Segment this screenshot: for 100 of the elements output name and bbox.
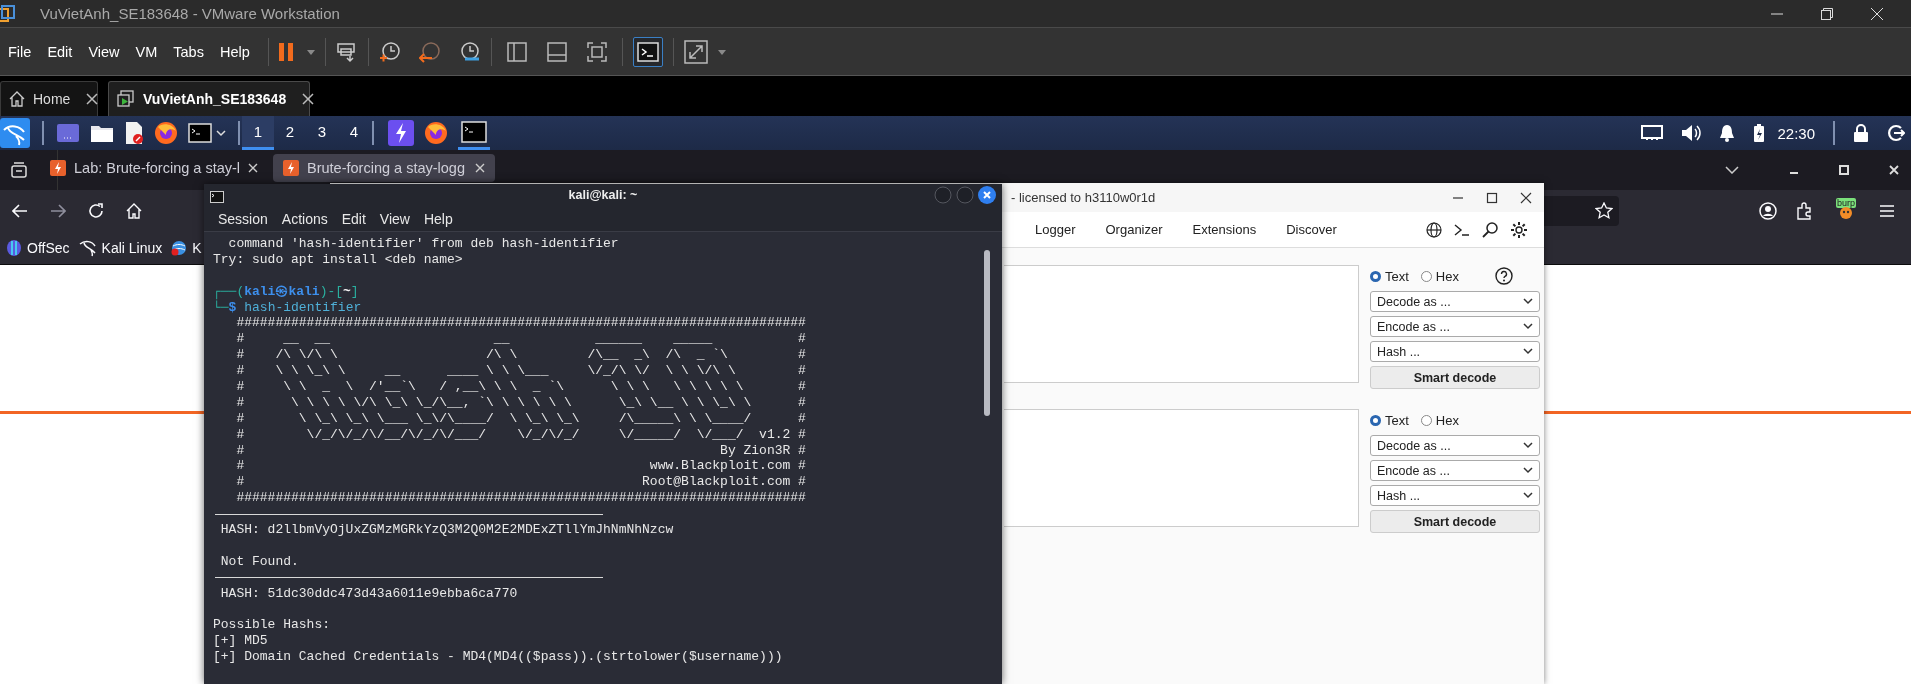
- help-icon[interactable]: [1494, 267, 1513, 285]
- workspace-button[interactable]: 1: [242, 116, 274, 150]
- radio-option[interactable]: Text: [1370, 412, 1409, 428]
- close-icon[interactable]: [302, 93, 315, 105]
- workspace-button[interactable]: 4: [338, 116, 370, 150]
- volume-icon[interactable]: [1681, 124, 1702, 142]
- radio-button[interactable]: [1370, 414, 1381, 426]
- close-icon[interactable]: [86, 93, 99, 105]
- burp-extension-button[interactable]: burp: [1831, 198, 1861, 224]
- close-icon[interactable]: [1520, 191, 1532, 204]
- menu-item[interactable]: Help: [211, 43, 258, 60]
- smart-decode-button[interactable]: Smart decode: [1370, 510, 1540, 533]
- tool-tab[interactable]: Logger: [1035, 222, 1076, 237]
- terminal-icon[interactable]: [461, 120, 487, 143]
- restore-icon[interactable]: [1821, 7, 1833, 20]
- terminal-line: # /\ \/\ \ /\ \ /\__ _\ /\ _ `\ #: [235, 347, 807, 364]
- menu-item[interactable]: Help: [423, 210, 453, 227]
- network-icon[interactable]: [1641, 125, 1664, 141]
- terminal-line: # www.Blackploit.com #: [235, 458, 807, 475]
- menu-item[interactable]: Edit: [341, 210, 366, 227]
- terminal-icon[interactable]: [210, 191, 224, 203]
- dropdown[interactable]: Decode as ...: [1370, 435, 1540, 456]
- maximize-icon[interactable]: [1486, 191, 1498, 204]
- radio-option[interactable]: Text: [1370, 268, 1409, 284]
- radio-button[interactable]: [1370, 270, 1381, 282]
- split-view-icon: [505, 40, 528, 63]
- home-icon[interactable]: [126, 203, 142, 219]
- globe-icon[interactable]: [1426, 221, 1442, 238]
- menu-item[interactable]: File: [0, 43, 40, 60]
- terminal-line: [+] Domain Cached Credentials - MD4(MD4(($pass)).(strtolower($username))): [213, 649, 784, 666]
- browser-tab[interactable]: Lab: Brute-forcing a stay-l: [40, 154, 265, 182]
- chevron-down-icon: [1523, 442, 1533, 449]
- folder-icon[interactable]: [90, 123, 114, 143]
- lightning-icon[interactable]: [388, 120, 414, 146]
- bookmark[interactable]: OffSec: [6, 239, 70, 257]
- tool-tab[interactable]: Extensions: [1192, 222, 1257, 237]
- bookmark[interactable]: Kali Linux: [78, 239, 163, 257]
- settings-icon[interactable]: [1510, 220, 1528, 239]
- chevron-down-icon: [1523, 467, 1533, 474]
- smart-decode-button[interactable]: Smart decode: [1370, 366, 1540, 389]
- scrollbar-thumb[interactable]: [984, 250, 990, 416]
- desktop-icon[interactable]: [56, 123, 80, 143]
- bookmark[interactable]: K: [171, 240, 202, 256]
- firefox-icon[interactable]: [154, 121, 178, 145]
- tool-tab[interactable]: Organizer: [1105, 222, 1163, 237]
- menu-item[interactable]: Session: [218, 210, 268, 227]
- console-view-button[interactable]: [632, 36, 663, 67]
- menu-item[interactable]: VM: [127, 43, 166, 60]
- bell-icon[interactable]: [1719, 124, 1736, 142]
- terminal-prompt-icon[interactable]: [1454, 222, 1470, 237]
- dropdown[interactable]: Encode as ...: [1370, 316, 1540, 337]
- chevron-down-icon[interactable]: [1725, 166, 1739, 174]
- menu-item[interactable]: View: [379, 210, 410, 227]
- dropdown[interactable]: Encode as ...: [1370, 460, 1540, 481]
- clock-plus-icon[interactable]: [378, 40, 401, 63]
- close-icon[interactable]: [978, 186, 996, 204]
- fit-screen-icon: [585, 40, 608, 63]
- address-bar[interactable]: [1543, 196, 1619, 226]
- menu-item[interactable]: Actions: [281, 210, 328, 227]
- dropdown[interactable]: Hash ...: [1370, 341, 1540, 362]
- back-icon[interactable]: [12, 204, 28, 218]
- clock-wrench-icon[interactable]: [458, 40, 481, 63]
- workspace-button[interactable]: 3: [306, 116, 338, 150]
- terminal-icon[interactable]: [188, 123, 212, 143]
- stretch-icon[interactable]: [683, 39, 708, 64]
- kali-menu-icon[interactable]: [0, 118, 30, 148]
- lock-icon[interactable]: [1853, 124, 1869, 142]
- document-icon[interactable]: [124, 121, 144, 145]
- reload-icon[interactable]: [88, 203, 104, 219]
- tab-list-icon[interactable]: [10, 162, 27, 178]
- vm-tab[interactable]: Home: [0, 81, 98, 116]
- tool-tab[interactable]: Discover: [1286, 222, 1337, 237]
- terminal-line: HASH: d2llbmVyOjUxZGMzMGRkYzQ3M2Q0M2E2MDExZTllYmJhNmNhNzcw: [219, 522, 675, 538]
- account-icon[interactable]: [1759, 202, 1777, 220]
- forward-icon[interactable]: [50, 204, 66, 218]
- menu-item[interactable]: View: [80, 43, 128, 60]
- caret-icon[interactable]: [216, 129, 226, 137]
- pause-icon[interactable]: [278, 42, 293, 61]
- browser-tab[interactable]: Brute-forcing a stay-logg: [273, 154, 495, 182]
- terminal-line: Try: sudo apt install <deb name>: [213, 251, 464, 268]
- firefox-icon[interactable]: [424, 121, 448, 145]
- radio-option[interactable]: Hex: [1420, 412, 1459, 428]
- dropdown[interactable]: Decode as ...: [1370, 291, 1540, 312]
- workspace-button[interactable]: 2: [274, 116, 306, 150]
- terminal-line: # \ \_\ \_\ \___ \_\/\____/ \ \_\ \_\ /\_____\ \ \____/ #: [235, 410, 807, 427]
- dropdown[interactable]: Hash ...: [1370, 485, 1540, 506]
- radio-option[interactable]: Hex: [1420, 268, 1459, 284]
- menu-item[interactable]: Edit: [39, 43, 81, 60]
- bookmark-star-icon[interactable]: [1595, 202, 1613, 220]
- logout-icon[interactable]: [1887, 124, 1905, 142]
- search-icon[interactable]: [1482, 221, 1498, 238]
- extensions-icon[interactable]: [1795, 202, 1813, 220]
- radio-button[interactable]: [1420, 270, 1432, 282]
- clock-arrow-icon[interactable]: [418, 40, 441, 63]
- menu-item[interactable]: Tabs: [165, 43, 212, 60]
- send-keys-icon[interactable]: [335, 40, 358, 63]
- terminal-line: # Root@Blackploit.com #: [235, 474, 807, 491]
- menu-icon[interactable]: [1879, 204, 1895, 218]
- radio-button[interactable]: [1420, 414, 1432, 426]
- battery-icon[interactable]: [1753, 123, 1766, 143]
